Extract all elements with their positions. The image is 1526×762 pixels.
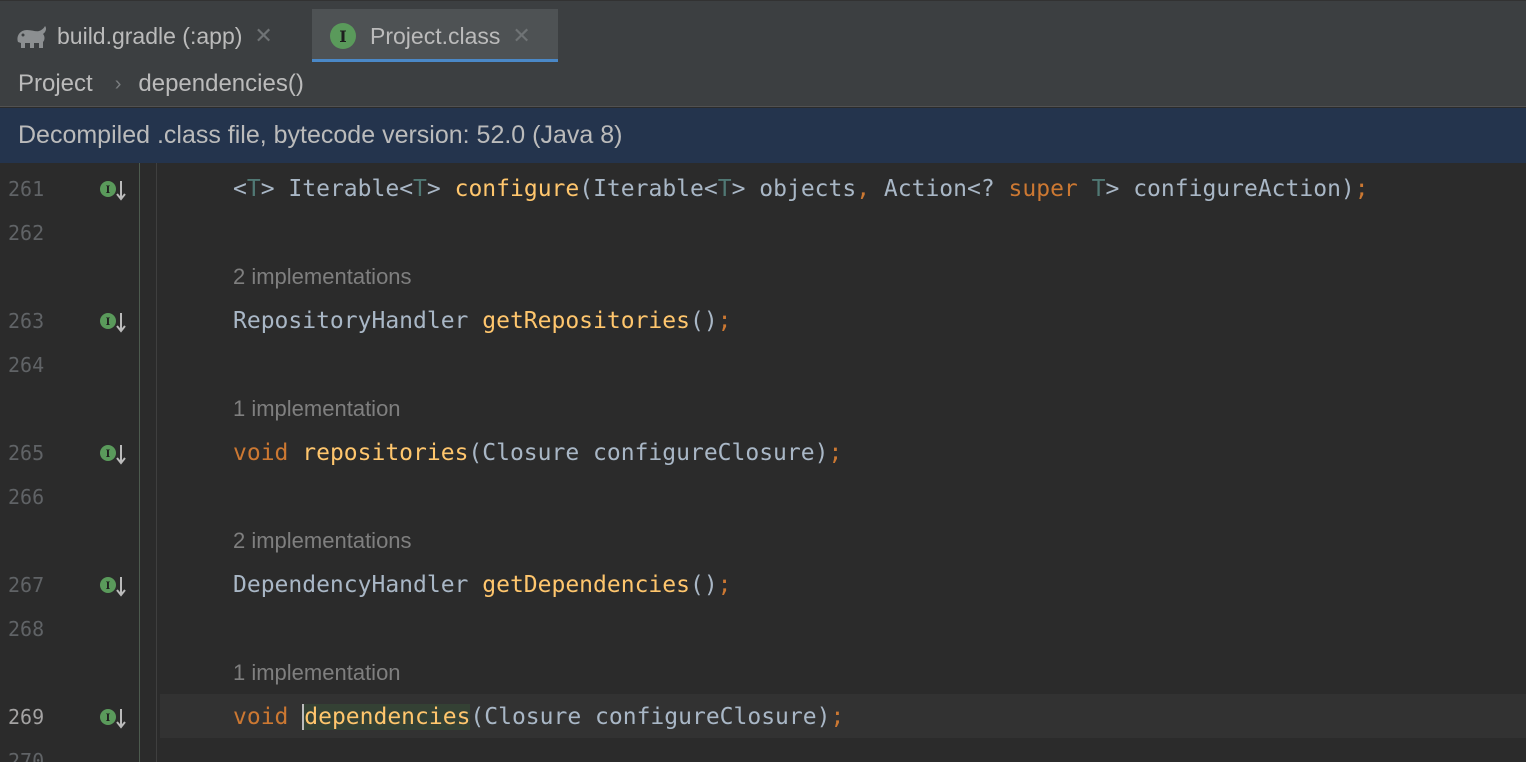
line-number: 267 [8,573,45,597]
breadcrumb: Project › dependencies() [0,62,1526,107]
line-number: 265 [8,441,45,465]
gradle-elephant-icon [17,26,47,48]
code-line: 270 [0,739,1526,762]
implemented-down-icon[interactable]: I [99,575,129,599]
code-text: void dependencies(Closure configureClosu… [233,704,845,730]
svg-text:I: I [106,185,111,196]
implementations-hint[interactable]: 1 implementation [233,387,401,431]
code-line-current: 269 I void dependencies(Closure configur… [0,695,1526,739]
interface-icon: I [330,23,356,49]
editor-tab-bar: build.gradle (:app) ✕ I Project.class ✕ [0,0,1526,63]
line-number: 268 [8,617,45,641]
svg-text:I: I [106,317,111,328]
close-icon[interactable]: ✕ [254,23,272,49]
line-number: 266 [8,485,45,509]
code-text: void repositories(Closure configureClosu… [233,440,843,466]
code-line: 262 [0,211,1526,255]
line-number: 270 [8,749,45,762]
implemented-down-icon[interactable]: I [99,443,129,467]
line-number: 264 [8,353,45,377]
line-number: 261 [8,177,45,201]
svg-text:I: I [106,581,111,592]
banner-text: Decompiled .class file, bytecode version… [18,121,623,149]
code-text: DependencyHandler getDependencies(); [233,572,732,598]
code-text: RepositoryHandler getRepositories(); [233,308,732,334]
breadcrumb-item-project[interactable]: Project [18,70,93,98]
decompiled-banner: Decompiled .class file, bytecode version… [0,108,1526,163]
svg-text:I: I [106,449,111,460]
code-vision-hint-row: 1 implementation [0,387,1526,431]
close-icon[interactable]: ✕ [512,23,530,49]
tab-label: build.gradle (:app) [57,22,243,49]
implementations-hint[interactable]: 2 implementations [233,255,412,299]
line-number: 263 [8,309,45,333]
code-line: 265 I void repositories(Closure configur… [0,431,1526,475]
code-vision-hint-row: 1 implementation [0,651,1526,695]
chevron-right-icon: › [114,72,122,95]
text-caret-identifier[interactable]: dependencies [302,704,471,730]
code-line: 263 I RepositoryHandler getRepositories(… [0,299,1526,343]
implementations-hint[interactable]: 1 implementation [233,651,401,695]
implementations-hint[interactable]: 2 implementations [233,519,412,563]
implemented-down-icon[interactable]: I [99,311,129,335]
code-line: 266 [0,475,1526,519]
code-line: 267 I DependencyHandler getDependencies(… [0,563,1526,607]
code-vision-hint-row: 2 implementations [0,519,1526,563]
tab-project-class[interactable]: I Project.class ✕ [312,9,558,63]
code-line: 268 [0,607,1526,651]
tab-label: Project.class [370,22,501,49]
implemented-down-icon[interactable]: I [99,179,129,203]
code-line: 261 I <T> Iterable<T> configure(Iterable… [0,167,1526,211]
code-line: 264 [0,343,1526,387]
code-editor[interactable]: 261 I <T> Iterable<T> configure(Iterable… [0,163,1526,762]
code-vision-hint-row: 2 implementations [0,255,1526,299]
line-number: 269 [8,705,45,729]
code-text: <T> Iterable<T> configure(Iterable<T> ob… [233,176,1369,202]
implemented-down-icon[interactable]: I [99,707,129,731]
line-number: 262 [8,221,45,245]
tab-build-gradle[interactable]: build.gradle (:app) ✕ [0,9,312,63]
svg-text:I: I [106,713,111,724]
breadcrumb-item-dependencies[interactable]: dependencies() [138,70,303,98]
